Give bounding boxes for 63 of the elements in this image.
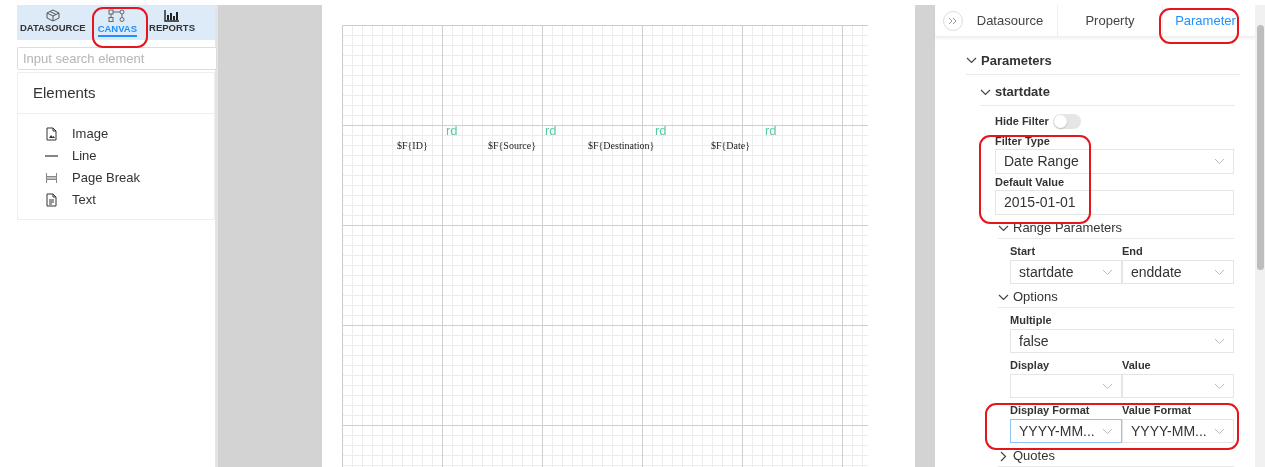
text-file-icon: [45, 192, 58, 207]
toggle-switch[interactable]: [1052, 113, 1081, 129]
annotation-outline: [92, 7, 148, 48]
dropdown[interactable]: false: [1010, 329, 1234, 353]
field-label: Display: [1010, 358, 1051, 372]
field-tag: rd: [655, 124, 667, 138]
bar-chart-icon: [164, 9, 180, 22]
dropdown-icon: [1102, 427, 1113, 435]
element-item[interactable]: Text: [18, 188, 214, 211]
element-item[interactable]: Page Break: [18, 166, 214, 189]
field-expression[interactable]: $F{ID}: [397, 138, 428, 153]
field-label: End: [1122, 244, 1144, 258]
field-expression[interactable]: $F{Date}: [711, 138, 751, 153]
field-tag: rd: [446, 124, 458, 138]
tab[interactable]: REPORTS: [148, 5, 196, 40]
image-file-icon: [45, 126, 58, 141]
field-label: Filter Type: [995, 134, 1051, 148]
section-header[interactable]: Parameters: [966, 47, 1240, 75]
field-label: Default Value: [995, 175, 1066, 189]
element-item[interactable]: Image: [18, 122, 214, 145]
dropdown[interactable]: [1122, 374, 1234, 398]
box-icon: [44, 9, 61, 22]
field-expression[interactable]: $F{Source}: [488, 138, 536, 153]
field-label: Hide Filter: [995, 114, 1049, 128]
dropdown[interactable]: Date Range: [995, 149, 1234, 174]
field-label: Value Format: [1122, 403, 1193, 417]
field-tag: rd: [545, 124, 557, 138]
dropdown[interactable]: [1010, 374, 1122, 398]
field-expression[interactable]: $F{Destination}: [588, 138, 655, 153]
tab[interactable]: Datasource: [963, 5, 1058, 36]
search-field[interactable]: Input search element: [17, 47, 217, 70]
scrollbar-thumb[interactable]: [1257, 25, 1264, 270]
page-break-icon: [45, 170, 58, 185]
element-item[interactable]: Line: [18, 144, 214, 167]
field-tag: rd: [765, 124, 777, 138]
dropdown-icon: [1214, 158, 1225, 165]
scrollbar[interactable]: [1255, 5, 1265, 467]
dropdown[interactable]: startdate: [1010, 260, 1122, 284]
dropdown-icon: [1214, 268, 1225, 276]
collapse-icon[interactable]: [943, 11, 963, 31]
field-label: Start: [1010, 244, 1037, 258]
dropdown[interactable]: enddate: [1122, 260, 1234, 284]
field-label: Multiple: [1010, 313, 1053, 327]
dropdown[interactable]: YYYY-MM...: [1010, 419, 1122, 443]
report-canvas[interactable]: $F{ID} rd $F{Source} rd $F{Destination} rd $F{Date} rd: [342, 25, 868, 467]
dropdown-icon: [1102, 382, 1113, 390]
field-label: Value: [1122, 358, 1152, 372]
group-header[interactable]: Options: [998, 287, 1234, 308]
parameter-header[interactable]: startdate: [980, 79, 1235, 106]
field-label: Display Format: [1010, 403, 1091, 417]
dropdown-icon: [1214, 427, 1225, 435]
group-header[interactable]: Quotes: [998, 446, 1234, 467]
tab[interactable]: Property: [1058, 5, 1163, 36]
tab[interactable]: DATASOURCE: [19, 5, 87, 40]
group-header[interactable]: Range Parameters: [998, 218, 1234, 239]
dropdown-icon: [1214, 382, 1225, 390]
input-field[interactable]: 2015-01-01: [995, 190, 1234, 215]
flowchart-icon: [107, 8, 128, 23]
dropdown-icon: [1214, 337, 1225, 345]
dropdown-icon: [1102, 268, 1113, 276]
dropdown[interactable]: YYYY-MM...: [1122, 419, 1234, 443]
line-icon: [45, 154, 58, 157]
panel-title: Elements: [18, 73, 214, 114]
